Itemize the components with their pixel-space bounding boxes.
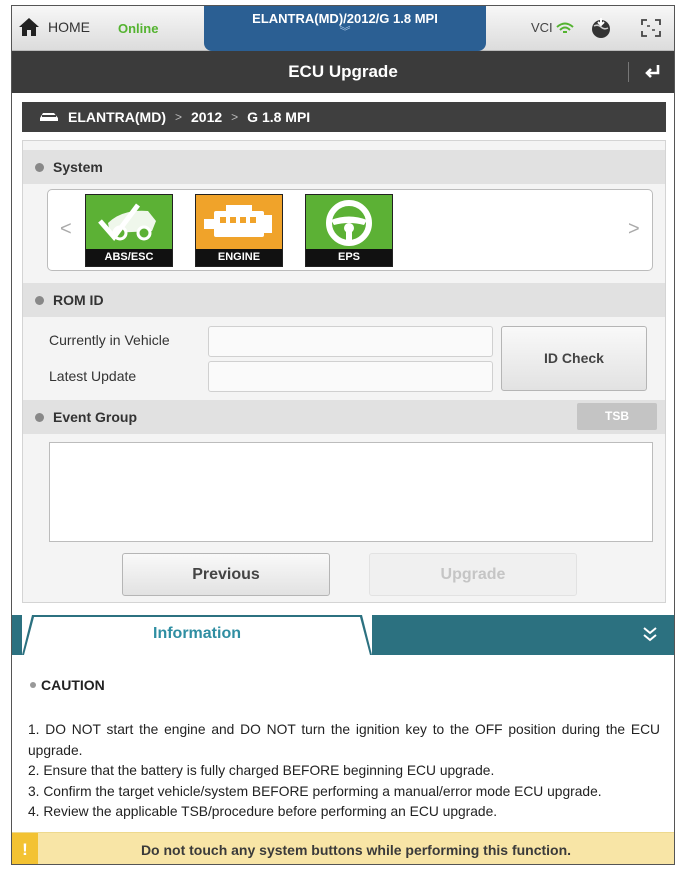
system-carousel: < > ABS/ESC ENGINE EPS xyxy=(47,189,653,271)
upgrade-button[interactable]: Upgrade xyxy=(369,553,577,596)
system-heading: System xyxy=(23,150,665,184)
information-body: CAUTION 1. DO NOT start the engine and D… xyxy=(12,655,674,831)
event-group-heading: Event Group xyxy=(23,400,665,434)
steering-wheel-icon xyxy=(326,200,372,246)
breadcrumb-model[interactable]: ELANTRA(MD) xyxy=(68,109,166,125)
title-divider xyxy=(628,62,629,82)
system-tile-label: ENGINE xyxy=(196,249,282,266)
breadcrumb-engine[interactable]: G 1.8 MPI xyxy=(247,109,310,125)
previous-button[interactable]: Previous xyxy=(122,553,330,596)
car-icon xyxy=(40,113,58,121)
warning-banner: ! Do not touch any system buttons while … xyxy=(12,832,674,864)
id-check-button[interactable]: ID Check xyxy=(501,326,647,391)
current-rom-field xyxy=(208,326,493,357)
bullet-icon xyxy=(35,412,44,422)
connection-status: Online xyxy=(118,21,159,36)
top-status-bar: HOME Online ELANTRA(MD)/2012/G 1.8 MPI ︾… xyxy=(12,6,674,51)
chevron-down-icon: ︾ xyxy=(339,26,351,38)
rom-id-heading-label: ROM ID xyxy=(53,292,104,308)
latest-rom-field xyxy=(208,361,493,392)
home-button[interactable]: HOME xyxy=(18,17,90,37)
engine-icon xyxy=(204,205,272,237)
information-tab-label: Information xyxy=(153,625,241,642)
abs-esc-icon xyxy=(98,203,156,241)
breadcrumb-separator: > xyxy=(174,110,182,124)
vehicle-selector[interactable]: ELANTRA(MD)/2012/G 1.8 MPI ︾ xyxy=(204,6,486,51)
caution-item: 2. Ensure that the battery is fully char… xyxy=(28,763,495,778)
vci-label: VCI xyxy=(531,20,553,35)
home-label: HOME xyxy=(48,19,90,35)
bullet-icon xyxy=(35,162,44,172)
collapse-chevron-icon[interactable] xyxy=(642,625,658,643)
bullet-icon xyxy=(30,682,36,688)
system-tile-label: EPS xyxy=(306,249,392,266)
fullscreen-icon xyxy=(641,19,661,37)
page-title: ECU Upgrade xyxy=(288,62,398,81)
event-group-list[interactable] xyxy=(49,442,653,542)
globe-download-icon xyxy=(592,18,610,38)
information-tab[interactable]: Information xyxy=(22,615,372,655)
information-bar: Information xyxy=(12,615,674,655)
caution-heading: CAUTION xyxy=(30,677,105,693)
caution-item: 1. DO NOT start the engine and DO NOT tu… xyxy=(28,722,660,758)
system-tile-label: ABS/ESC xyxy=(86,249,172,266)
system-tile-eps[interactable]: EPS xyxy=(305,194,393,267)
fullscreen-button[interactable] xyxy=(637,15,665,41)
breadcrumb-separator: > xyxy=(231,110,239,124)
bullet-icon xyxy=(35,295,44,305)
back-icon[interactable] xyxy=(640,60,664,84)
breadcrumb-year[interactable]: 2012 xyxy=(191,109,222,125)
warning-icon: ! xyxy=(12,833,38,864)
caution-list: 1. DO NOT start the engine and DO NOT tu… xyxy=(28,720,660,823)
system-heading-label: System xyxy=(53,159,103,175)
wifi-icon xyxy=(556,22,574,33)
caution-item: 4. Review the applicable TSB/procedure b… xyxy=(28,804,498,819)
globe-download-button[interactable] xyxy=(587,15,615,41)
system-tile-engine[interactable]: ENGINE xyxy=(195,194,283,267)
home-icon xyxy=(19,18,39,36)
warning-message: Do not touch any system buttons while pe… xyxy=(140,842,572,858)
app-frame: HOME Online ELANTRA(MD)/2012/G 1.8 MPI ︾… xyxy=(11,5,675,865)
rom-id-heading: ROM ID xyxy=(23,283,665,317)
tsb-button[interactable]: TSB xyxy=(577,403,657,430)
current-rom-label: Currently in Vehicle xyxy=(49,332,170,348)
ecu-upgrade-panel: System < > ABS/ESC ENGINE EPS ROM ID Cur… xyxy=(22,140,666,603)
caution-item: 3. Confirm the target vehicle/system BEF… xyxy=(28,783,602,799)
caution-title: CAUTION xyxy=(41,677,105,693)
carousel-next-arrow[interactable]: > xyxy=(628,218,640,241)
breadcrumb: ELANTRA(MD) > 2012 > G 1.8 MPI xyxy=(22,102,666,132)
event-group-heading-label: Event Group xyxy=(53,409,138,425)
system-tile-abs-esc[interactable]: ABS/ESC xyxy=(85,194,173,267)
latest-rom-label: Latest Update xyxy=(49,368,137,384)
vci-status: VCI xyxy=(531,20,574,35)
carousel-prev-arrow[interactable]: < xyxy=(60,218,72,241)
title-bar: ECU Upgrade xyxy=(12,51,674,93)
vehicle-title: ELANTRA(MD)/2012/G 1.8 MPI xyxy=(252,11,438,26)
